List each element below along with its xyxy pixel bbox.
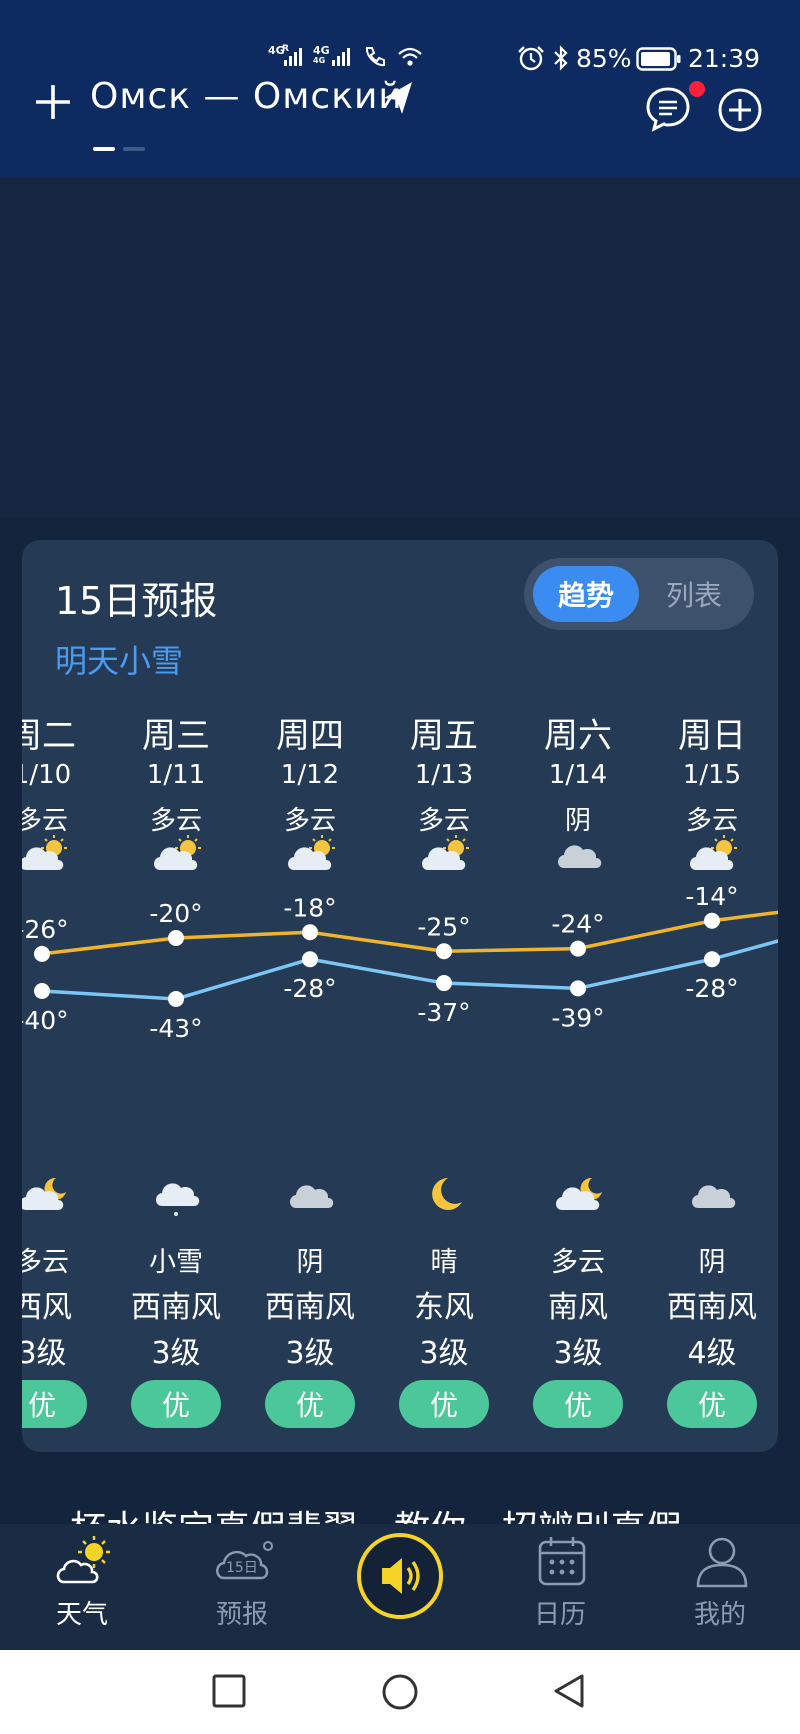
- high-temp-point: [704, 912, 720, 929]
- nav-label-calendar: 日历: [533, 1600, 586, 1630]
- low-temp-label: -28°: [685, 974, 738, 1003]
- add-circle-icon[interactable]: [716, 86, 764, 134]
- network-sub-2: 4G: [313, 56, 326, 65]
- nav-label-forecast: 预报: [215, 1600, 268, 1630]
- nav-label-profile: 我的: [693, 1600, 746, 1630]
- top-header: 4G R 4G 4G 85% 21:39 Омск — Омский: [0, 0, 800, 178]
- nav-forecast[interactable]: 15日 预报: [172, 1524, 312, 1650]
- weather-icon: [56, 1536, 110, 1584]
- nav-calendar[interactable]: 日历: [490, 1524, 630, 1650]
- high-temp-point: [436, 943, 452, 960]
- nav-label-weather: 天气: [55, 1600, 108, 1630]
- battery-icon: [636, 47, 681, 71]
- svg-text:15日: 15日: [226, 1560, 258, 1576]
- low-temp-line: [41, 939, 778, 1001]
- profile-icon: [696, 1537, 748, 1588]
- low-temp-label: -28°: [283, 974, 336, 1003]
- city-title[interactable]: Омск — Омский: [90, 76, 403, 117]
- call-hd-icon: [365, 47, 385, 67]
- bottom-nav: 天气 15日 预报 日历 我的: [0, 1524, 800, 1650]
- low-temp-point: [570, 980, 586, 997]
- system-navigation-bar: [0, 1650, 800, 1734]
- low-temp-label: -43°: [149, 1014, 202, 1043]
- low-temp-label: -40°: [22, 1006, 69, 1035]
- high-temp-point: [570, 940, 586, 957]
- low-temp-point: [34, 983, 50, 999]
- alarm-icon: [518, 46, 544, 71]
- nav-profile[interactable]: 我的: [650, 1524, 790, 1650]
- low-temp-label: -39°: [551, 1003, 604, 1032]
- signal-icon-2: [332, 48, 350, 66]
- high-temp-point: [34, 945, 50, 962]
- back-icon[interactable]: [550, 1672, 588, 1710]
- calendar-icon: [538, 1537, 586, 1586]
- battery-percent: 85%: [576, 44, 632, 73]
- nav-weather[interactable]: 天气: [12, 1524, 152, 1650]
- high-temp-label: -20°: [149, 899, 202, 928]
- add-city-icon[interactable]: [34, 83, 72, 121]
- ad-banner-area: [0, 178, 800, 518]
- page-indicator: [123, 147, 145, 151]
- page-indicator-active: [93, 147, 115, 151]
- notification-badge: [689, 81, 705, 97]
- temperature-trend-chart: -26° -20° -18° -25° -24° -14° -40° -43° -28° -37°…: [22, 882, 778, 1043]
- nav-voice-broadcast[interactable]: [330, 1524, 470, 1650]
- low-temp-point: [168, 990, 184, 1007]
- home-icon[interactable]: [380, 1672, 420, 1712]
- low-temp-label: -37°: [417, 998, 470, 1027]
- forecast-card: 15日预报 明天小雪 趋势 列表 周二 1/10 多云 多云 西风 3级 优 周…: [22, 540, 778, 1452]
- forecast-15-icon: 15日: [216, 1541, 273, 1580]
- wifi-icon: [398, 47, 422, 66]
- high-temp-label: -26°: [22, 915, 69, 944]
- high-temp-label: -25°: [417, 912, 470, 941]
- low-temp-point: [704, 951, 720, 968]
- high-temp-label: -24°: [551, 910, 604, 939]
- message-icon[interactable]: [644, 84, 694, 134]
- low-temp-point: [302, 951, 318, 968]
- location-arrow-icon: [384, 82, 412, 114]
- bluetooth-icon: [554, 45, 568, 71]
- clock-time: 21:39: [688, 44, 761, 73]
- signal-icon: [284, 48, 302, 66]
- high-temp-label: -18°: [283, 893, 336, 922]
- low-temp-point: [436, 975, 452, 992]
- high-temp-point: [302, 924, 318, 941]
- recent-apps-icon[interactable]: [210, 1672, 248, 1710]
- high-temp-label: -14°: [685, 882, 738, 911]
- high-temp-point: [168, 930, 184, 946]
- speaker-icon: [357, 1533, 443, 1619]
